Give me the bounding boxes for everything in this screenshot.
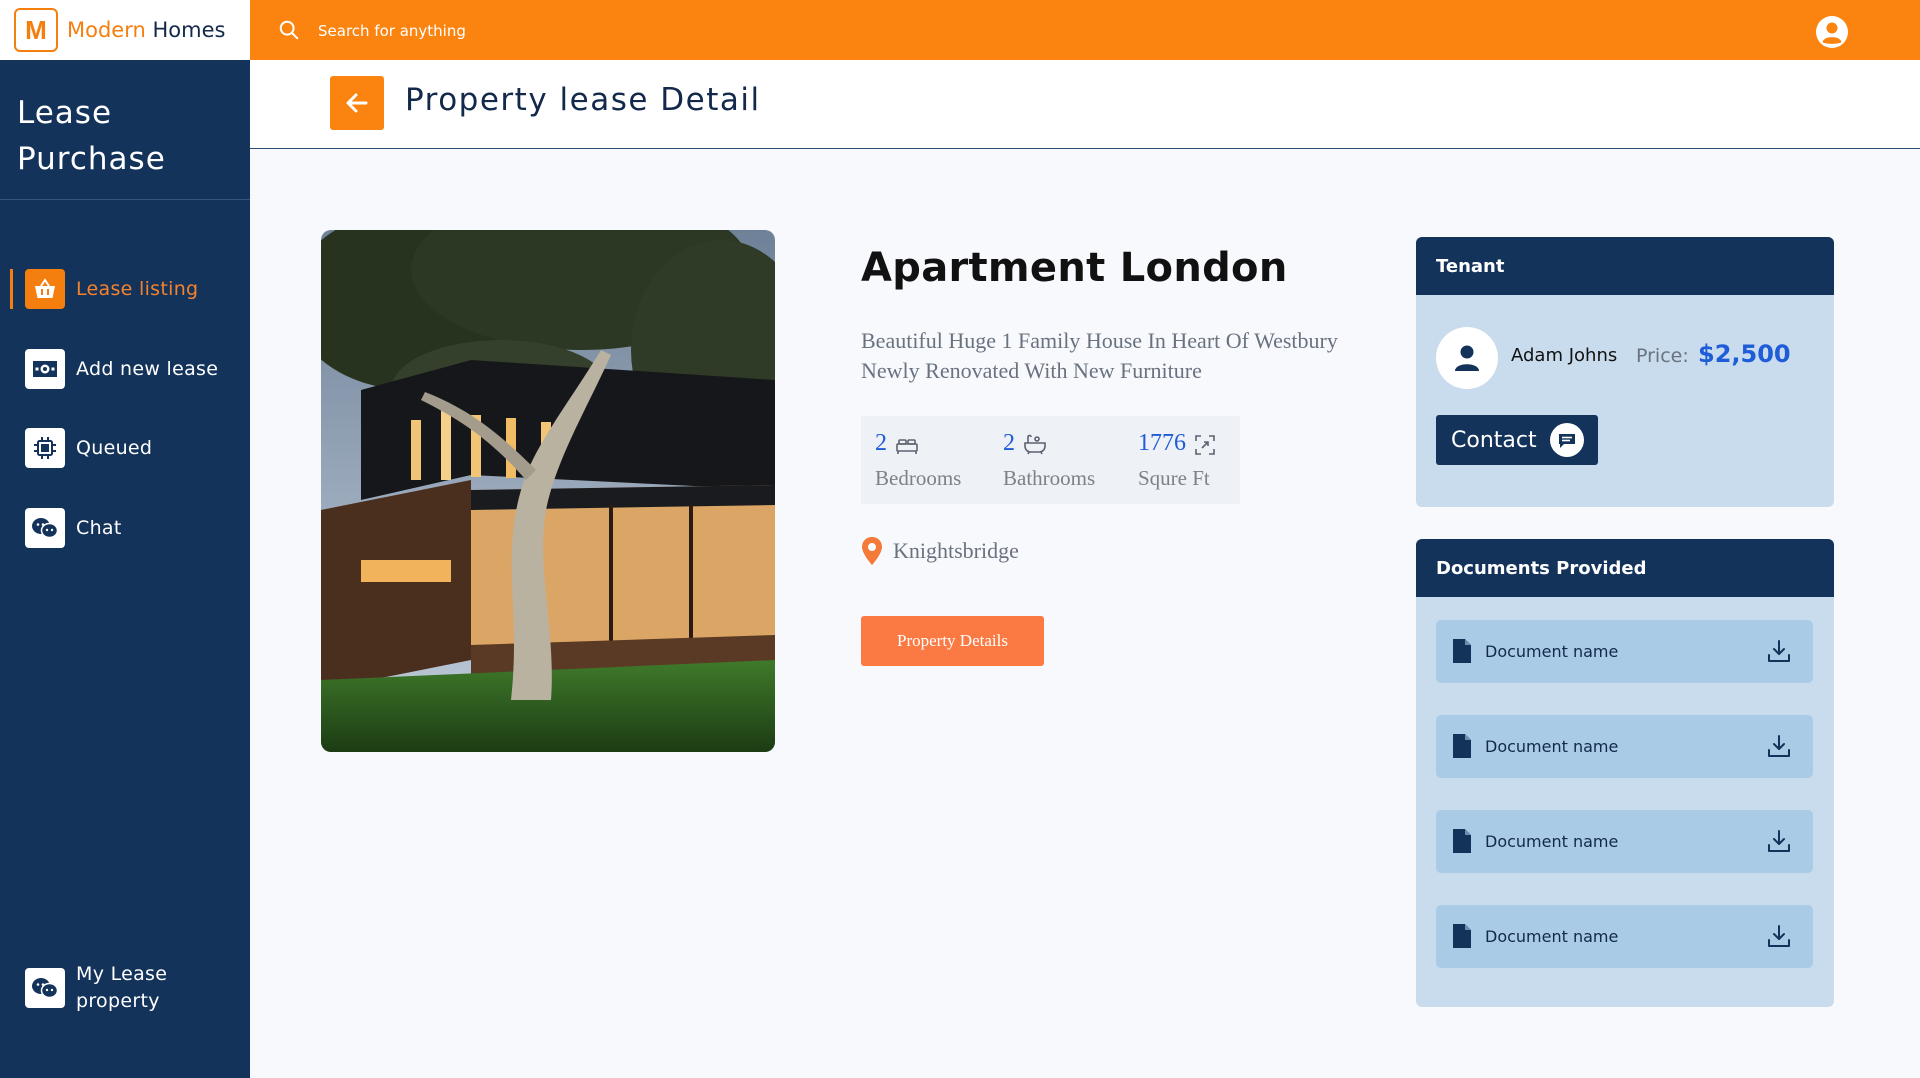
tenant-name: Adam Johns [1511,345,1618,366]
contact-label: Contact [1451,427,1537,453]
sidebar-title: Lease Purchase [17,95,166,177]
page-header: Property lease Detail [250,60,1920,149]
price-value: $2,500 [1698,340,1791,368]
sidebar-item-label: Queued [76,436,153,459]
contact-button[interactable]: Contact [1436,415,1598,465]
page-title: Property lease Detail [405,82,761,118]
documents-card: Documents Provided Document name Documen… [1416,539,1834,1007]
sidebar-item-chat[interactable]: Chat [0,498,250,558]
sidebar-divider [0,199,250,200]
expand-icon [1195,435,1215,455]
file-icon [1453,639,1471,663]
document-item[interactable]: Document name [1436,620,1813,683]
document-item[interactable]: Document name [1436,715,1813,778]
brand-logo[interactable]: M Modern Homes [0,0,250,60]
document-item[interactable]: Document name [1436,905,1813,968]
top-bar [250,0,1920,60]
brand-name-part1: Modern [67,18,146,42]
location-text: Knightsbridge [893,538,1019,563]
sidebar-item-queued[interactable]: Queued [0,418,250,478]
document-name: Document name [1485,832,1619,851]
sidebar-item-label: Add new lease [76,357,219,380]
search-input[interactable] [318,15,718,47]
stat-value: 1776 [1138,430,1186,456]
document-name: Document name [1485,927,1619,946]
property-description: Beautiful Huge 1 Family House In Heart O… [861,328,1338,383]
sidebar-item-my-lease-property[interactable]: My Lease property [0,956,250,1020]
download-icon[interactable] [1767,829,1791,853]
stat-label: Bathrooms [1003,466,1096,490]
documents-heading: Documents Provided [1416,539,1834,597]
download-icon[interactable] [1767,924,1791,948]
stat-label: Bedrooms [875,466,962,490]
property-details-button[interactable]: Property Details [861,616,1044,666]
property-location: Knightsbridge [861,536,1019,566]
banknote-icon [25,349,65,389]
brand-name: Modern Homes [67,18,225,42]
stat-bedrooms: 2 Bedrooms [875,416,985,504]
sidebar: Lease Purchase Lease listing Add new lea… [0,60,250,1078]
price-label: Price: [1636,345,1689,367]
chip-icon [25,428,65,468]
property-name: Apartment London [861,245,1288,291]
chat-icon [25,508,65,548]
stat-value: 2 [875,430,887,456]
message-icon [1550,423,1584,457]
avatar [1436,327,1498,389]
sidebar-item-label: My Lease property [76,963,168,1012]
bed-icon [896,439,918,454]
file-icon [1453,734,1471,758]
stat-value: 2 [1003,430,1015,456]
document-name: Document name [1485,642,1619,661]
back-button[interactable] [330,76,384,130]
file-icon [1453,829,1471,853]
download-icon[interactable] [1767,734,1791,758]
download-icon[interactable] [1767,639,1791,663]
document-name: Document name [1485,737,1619,756]
sidebar-item-lease-listing[interactable]: Lease listing [0,259,250,319]
brand-name-part2: Homes [152,18,226,42]
sidebar-item-label: Lease listing [76,277,199,300]
account-icon[interactable] [1815,15,1849,49]
property-photo [321,230,775,752]
stat-bathrooms: 2 Bathrooms [1003,416,1113,504]
sidebar-item-label: Chat [76,516,122,539]
property-stats: 2 Bedrooms 2 Bathrooms 1776 Squre Ft [861,416,1240,504]
logo-mark: M [14,8,58,52]
tenant-card: Tenant Adam Johns Price: $2,500 Contact [1416,237,1834,507]
file-icon [1453,924,1471,948]
stat-area: 1776 Squre Ft [1138,416,1238,504]
sidebar-item-add-new-lease[interactable]: Add new lease [0,339,250,399]
chat-icon [25,968,65,1008]
search-icon[interactable] [278,19,300,41]
bathtub-icon [1024,434,1046,455]
document-item[interactable]: Document name [1436,810,1813,873]
user-icon [1455,345,1479,371]
location-pin-icon [862,537,882,565]
basket-icon [25,269,65,309]
arrow-left-icon [346,93,368,113]
tenant-heading: Tenant [1416,237,1834,295]
stat-label: Squre Ft [1138,466,1210,490]
